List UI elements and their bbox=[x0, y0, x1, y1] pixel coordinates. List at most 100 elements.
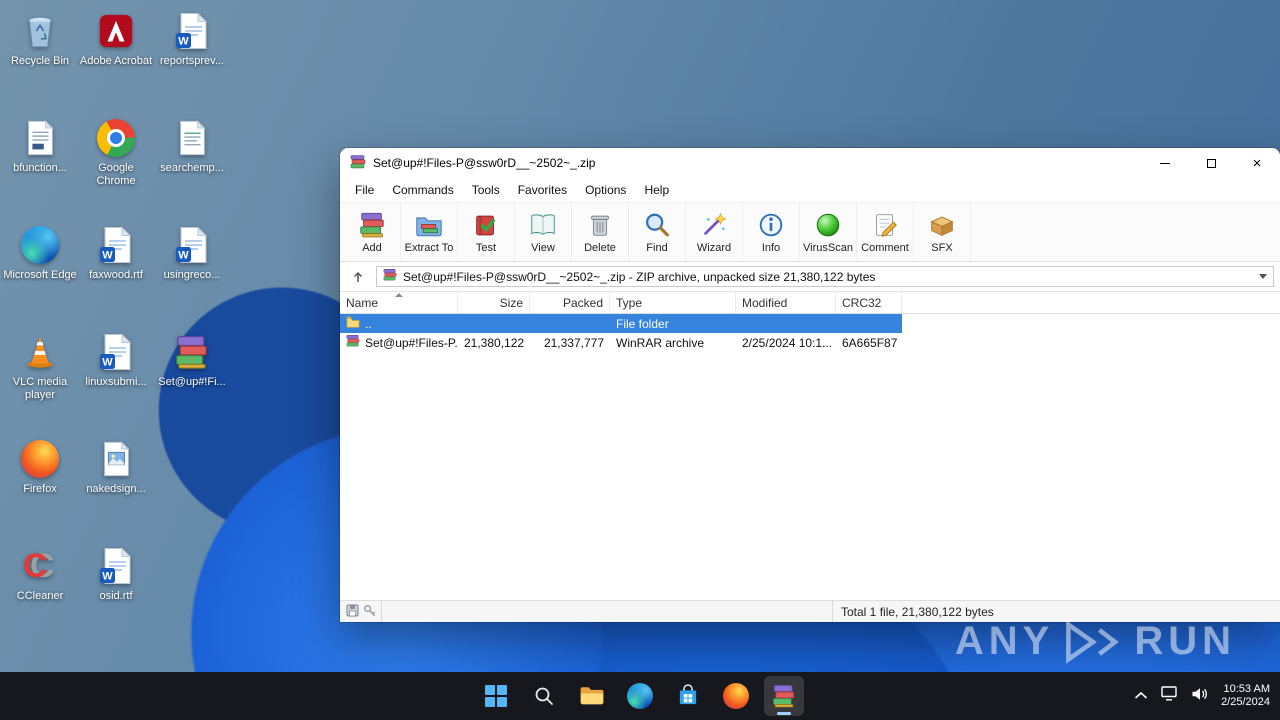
taskbar-file-explorer-button[interactable] bbox=[572, 676, 612, 716]
find-button[interactable]: Find bbox=[629, 203, 686, 261]
test-label: Test bbox=[475, 242, 497, 254]
menu-options[interactable]: Options bbox=[576, 179, 635, 201]
menu-commands[interactable]: Commands bbox=[383, 179, 462, 201]
taskbar-firefox-button[interactable] bbox=[716, 676, 756, 716]
tray-chevron-up-button[interactable] bbox=[1134, 687, 1148, 705]
window-title: Set@up#!Files-P@ssw0rD__~2502~_.zip bbox=[373, 156, 596, 170]
test-button[interactable]: Test bbox=[458, 203, 515, 261]
column-header-type[interactable]: Type bbox=[610, 292, 736, 313]
wizard-button[interactable]: Wizard bbox=[686, 203, 743, 261]
wizard-icon bbox=[699, 210, 729, 240]
comment-label: Comment bbox=[861, 242, 909, 254]
firefox-icon bbox=[723, 683, 749, 709]
word-document-icon: W bbox=[171, 224, 213, 266]
taskbar-search-button[interactable] bbox=[524, 676, 564, 716]
winrar-books-icon bbox=[171, 331, 213, 373]
start-button[interactable] bbox=[476, 676, 516, 716]
tray-network-button[interactable] bbox=[1161, 686, 1178, 706]
view-label: View bbox=[531, 242, 555, 254]
file-row-archive[interactable]: Set@up#!Files-P... 21,380,122 21,337,777… bbox=[340, 333, 902, 352]
desktop-icon-label: VLC media player bbox=[12, 376, 68, 401]
desktop-grid-spacer bbox=[154, 434, 230, 541]
word-document-icon: W bbox=[171, 10, 213, 52]
desktop-icon-nakedsign[interactable]: nakedsign... bbox=[78, 434, 154, 541]
column-header-modified[interactable]: Modified bbox=[736, 292, 836, 313]
desktop-icon-label: Set@up#!Fi... bbox=[158, 376, 226, 388]
virusscan-label: VirusScan bbox=[803, 242, 853, 254]
microsoft-store-icon bbox=[679, 684, 697, 705]
menu-tools[interactable]: Tools bbox=[463, 179, 509, 201]
address-field[interactable]: Set@up#!Files-P@ssw0rD__~2502~_.zip - ZI… bbox=[376, 266, 1274, 287]
winrar-books-icon bbox=[773, 685, 795, 708]
desktop-icon-microsoft-edge[interactable]: Microsoft Edge bbox=[2, 220, 78, 327]
document-icon bbox=[171, 117, 213, 159]
toolbar: Add Extract To Test View Delete Find Wiz… bbox=[340, 202, 1280, 262]
column-header-name[interactable]: Name bbox=[340, 292, 458, 313]
view-button[interactable]: View bbox=[515, 203, 572, 261]
file-crc32: 6A665F87 bbox=[842, 335, 898, 350]
add-button[interactable]: Add bbox=[344, 203, 401, 261]
desktop-icon-faxwood[interactable]: W faxwood.rtf bbox=[78, 220, 154, 327]
word-document-icon: W bbox=[95, 545, 137, 587]
disk-icon[interactable] bbox=[346, 604, 359, 620]
taskbar-winrar-button[interactable] bbox=[764, 676, 804, 716]
taskbar-edge-button[interactable] bbox=[620, 676, 660, 716]
chrome-icon bbox=[95, 117, 137, 159]
menu-favorites[interactable]: Favorites bbox=[509, 179, 576, 201]
search-icon bbox=[535, 687, 553, 705]
add-label: Add bbox=[362, 242, 382, 254]
anyrun-watermark: ANY RUN bbox=[955, 619, 1236, 664]
view-icon bbox=[528, 210, 558, 240]
key-icon[interactable] bbox=[363, 604, 376, 620]
winrar-app-icon bbox=[350, 154, 366, 173]
desktop-icon-label: bfunction... bbox=[13, 162, 67, 174]
desktop-icon-osid[interactable]: W osid.rtf bbox=[78, 541, 154, 648]
delete-button[interactable]: Delete bbox=[572, 203, 629, 261]
column-header-size[interactable]: Size bbox=[458, 292, 530, 313]
column-header-packed[interactable]: Packed bbox=[530, 292, 610, 313]
file-modified: 2/25/2024 10:1... bbox=[742, 335, 833, 350]
desktop-icon-label: faxwood.rtf bbox=[89, 269, 143, 281]
column-header-crc32[interactable]: CRC32 bbox=[836, 292, 902, 313]
desktop-icon-bfunction[interactable]: bfunction... bbox=[2, 113, 78, 220]
menu-file[interactable]: File bbox=[346, 179, 383, 201]
menu-help[interactable]: Help bbox=[635, 179, 678, 201]
file-row-parent-folder[interactable]: .. File folder bbox=[340, 314, 902, 333]
desktop-icon-firefox[interactable]: Firefox bbox=[2, 434, 78, 541]
image-file-icon bbox=[95, 438, 137, 480]
chevron-up-icon bbox=[1135, 691, 1148, 699]
desktop-icon-reportsprev[interactable]: W reportsprev... bbox=[154, 6, 230, 113]
tray-volume-button[interactable] bbox=[1191, 687, 1208, 706]
desktop-icon-searchemp[interactable]: searchemp... bbox=[154, 113, 230, 220]
desktop-icon-label: linuxsubmi... bbox=[85, 376, 147, 388]
desktop-icon-google-chrome[interactable]: Google Chrome bbox=[78, 113, 154, 220]
edge-icon bbox=[627, 683, 653, 709]
desktop-icon-label: Firefox bbox=[23, 483, 57, 495]
sfx-label: SFX bbox=[931, 242, 953, 254]
recycle-bin-icon bbox=[19, 10, 61, 52]
extract-to-button[interactable]: Extract To bbox=[401, 203, 458, 261]
desktop-icon-vlc[interactable]: VLC media player bbox=[2, 327, 78, 434]
virusscan-button[interactable]: VirusScan bbox=[800, 203, 857, 261]
file-name: .. bbox=[365, 316, 372, 331]
taskbar-clock[interactable]: 10:53 AM 2/25/2024 bbox=[1221, 683, 1270, 710]
desktop-icon-setup-archive[interactable]: Set@up#!Fi... bbox=[154, 327, 230, 434]
column-headers: Name Size Packed Type Modified CRC32 bbox=[340, 292, 1280, 314]
maximize-button[interactable] bbox=[1188, 148, 1234, 178]
window-titlebar[interactable]: Set@up#!Files-P@ssw0rD__~2502~_.zip × bbox=[340, 148, 1280, 178]
file-size: 21,380,122 bbox=[464, 335, 525, 350]
minimize-button[interactable] bbox=[1142, 148, 1188, 178]
comment-button[interactable]: Comment bbox=[857, 203, 914, 261]
desktop-icon-adobe-acrobat[interactable]: Adobe Acrobat bbox=[78, 6, 154, 113]
info-button[interactable]: Info bbox=[743, 203, 800, 261]
desktop-icon-ccleaner[interactable]: CC CCleaner bbox=[2, 541, 78, 648]
desktop-icon-recycle-bin[interactable]: Recycle Bin bbox=[2, 6, 78, 113]
sfx-button[interactable]: SFX bbox=[914, 203, 971, 261]
up-directory-button[interactable] bbox=[346, 266, 370, 288]
desktop-icon-usingreco[interactable]: W usingreco... bbox=[154, 220, 230, 327]
desktop-icon-linuxsubmi[interactable]: W linuxsubmi... bbox=[78, 327, 154, 434]
chevron-down-icon[interactable] bbox=[1259, 274, 1267, 279]
taskbar-store-button[interactable] bbox=[668, 676, 708, 716]
desktop-icon-grid: Recycle Bin Adobe Acrobat W reportsprev.… bbox=[2, 6, 232, 648]
close-button[interactable]: × bbox=[1234, 148, 1280, 178]
